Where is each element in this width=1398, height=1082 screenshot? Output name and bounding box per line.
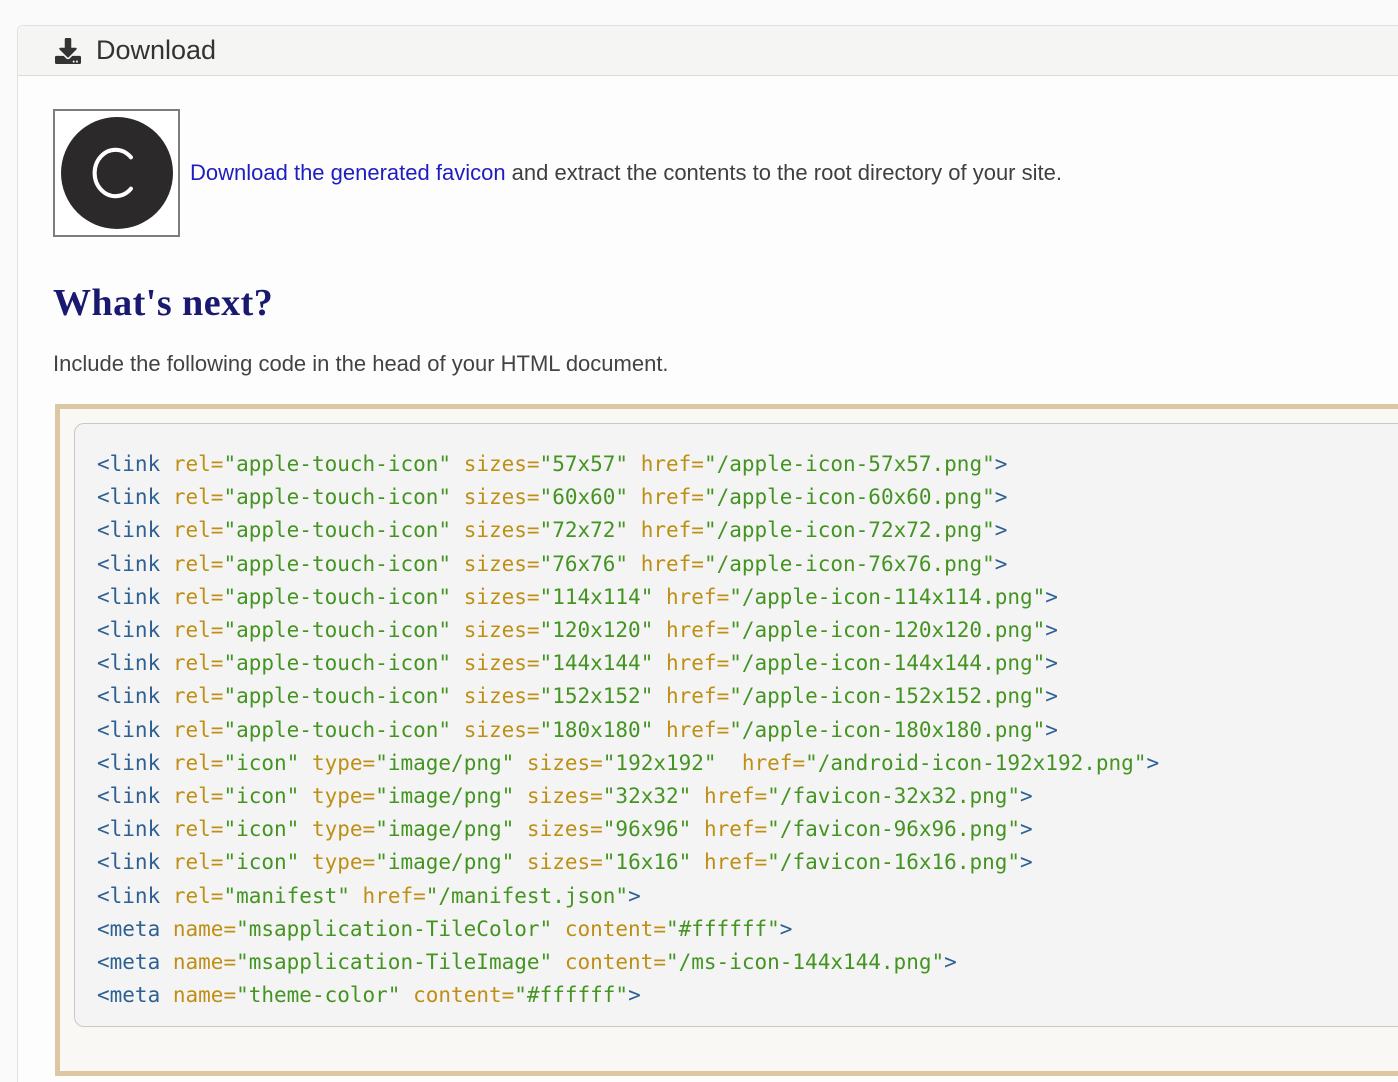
code-instruction-text: Include the following code in the head o… <box>53 351 1398 377</box>
code-line: <link rel="icon" type="image/png" sizes=… <box>97 747 1398 780</box>
whats-next-heading: What's next? <box>53 281 1398 325</box>
download-instruction: Download the generated favicon and extra… <box>190 160 1062 186</box>
panel-body: Download the generated favicon and extra… <box>18 76 1398 1076</box>
code-lines: <link rel="apple-touch-icon" sizes="57x5… <box>97 448 1398 1012</box>
favicon-preview <box>53 109 180 237</box>
code-line: <link rel="manifest" href="/manifest.jso… <box>97 880 1398 913</box>
code-line: <link rel="icon" type="image/png" sizes=… <box>97 813 1398 846</box>
download-panel: Download Download the generated favicon … <box>17 25 1398 1082</box>
favicon-row: Download the generated favicon and extra… <box>53 109 1398 237</box>
download-icon <box>55 38 81 64</box>
code-line: <meta name="msapplication-TileImage" con… <box>97 946 1398 979</box>
panel-header: Download <box>18 26 1398 76</box>
code-line: <meta name="theme-color" content="#fffff… <box>97 979 1398 1012</box>
code-line: <link rel="apple-touch-icon" sizes="120x… <box>97 614 1398 647</box>
code-line: <link rel="apple-touch-icon" sizes="152x… <box>97 680 1398 713</box>
favicon-circle <box>61 117 173 229</box>
code-line: <link rel="apple-touch-icon" sizes="60x6… <box>97 481 1398 514</box>
code-line: <link rel="apple-touch-icon" sizes="57x5… <box>97 448 1398 481</box>
code-container: <link rel="apple-touch-icon" sizes="57x5… <box>55 404 1398 1076</box>
code-line: <link rel="icon" type="image/png" sizes=… <box>97 846 1398 879</box>
code-line: <link rel="apple-touch-icon" sizes="180x… <box>97 714 1398 747</box>
code-line: <link rel="apple-touch-icon" sizes="114x… <box>97 581 1398 614</box>
code-line: <link rel="apple-touch-icon" sizes="76x7… <box>97 548 1398 581</box>
favicon-letter-c <box>88 141 146 205</box>
code-line: <link rel="apple-touch-icon" sizes="72x7… <box>97 514 1398 547</box>
code-block: <link rel="apple-touch-icon" sizes="57x5… <box>74 423 1398 1027</box>
download-favicon-link[interactable]: Download the generated favicon <box>190 160 506 185</box>
download-instruction-rest: and extract the contents to the root dir… <box>506 160 1062 185</box>
panel-title: Download <box>96 37 216 64</box>
code-line: <link rel="apple-touch-icon" sizes="144x… <box>97 647 1398 680</box>
code-line: <meta name="msapplication-TileColor" con… <box>97 913 1398 946</box>
code-line: <link rel="icon" type="image/png" sizes=… <box>97 780 1398 813</box>
